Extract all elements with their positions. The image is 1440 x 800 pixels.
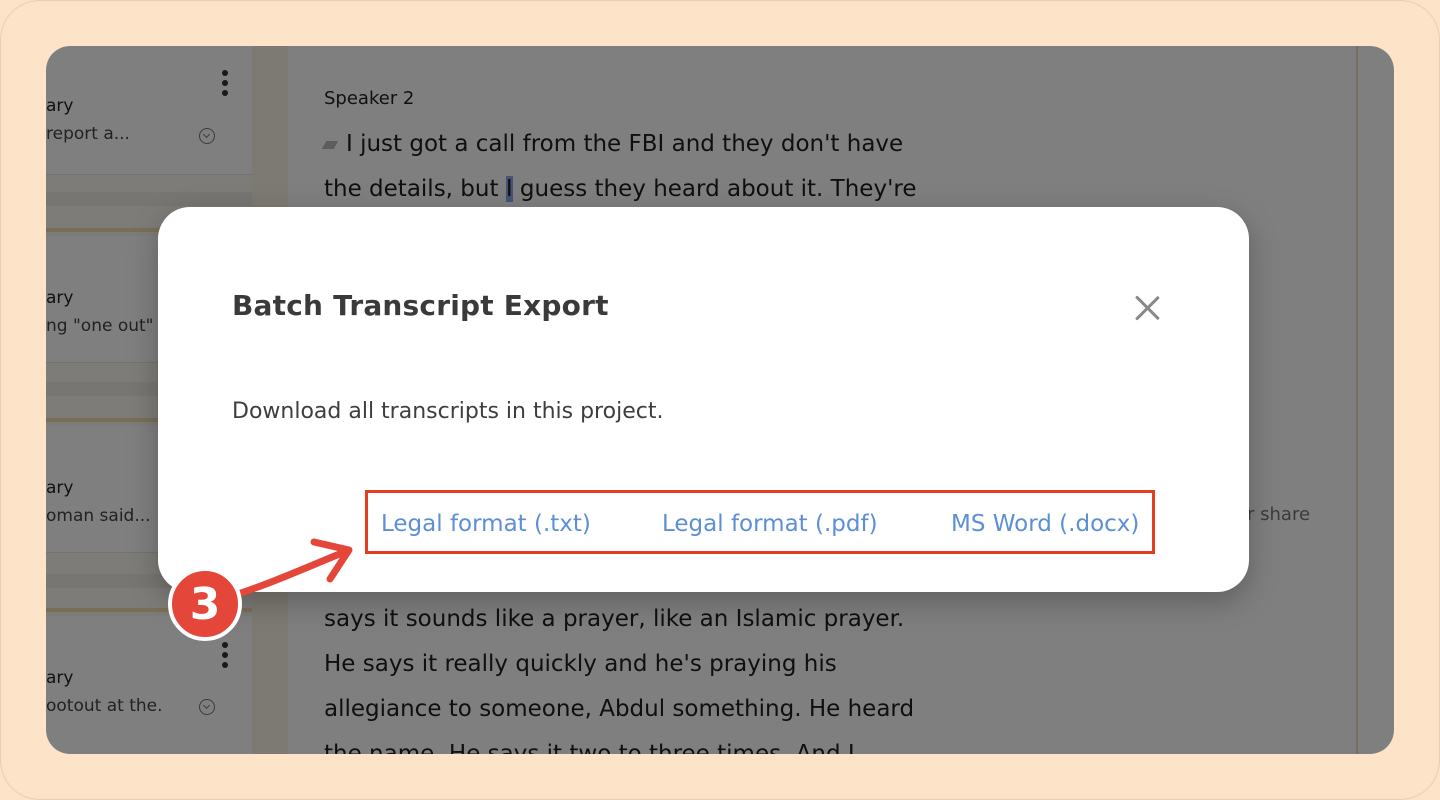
export-pdf-link[interactable]: Legal format (.pdf): [662, 511, 878, 537]
step-number-badge: 3: [168, 567, 242, 641]
export-docx-link[interactable]: MS Word (.docx): [951, 511, 1139, 537]
dialog-description: Download all transcripts in this project…: [232, 399, 664, 424]
close-icon[interactable]: [1134, 295, 1160, 321]
batch-export-dialog: Batch Transcript Export Download all tra…: [158, 207, 1249, 592]
export-txt-link[interactable]: Legal format (.txt): [381, 511, 591, 537]
dialog-title: Batch Transcript Export: [232, 289, 609, 322]
export-options-highlight: Legal format (.txt) Legal format (.pdf) …: [365, 490, 1155, 554]
